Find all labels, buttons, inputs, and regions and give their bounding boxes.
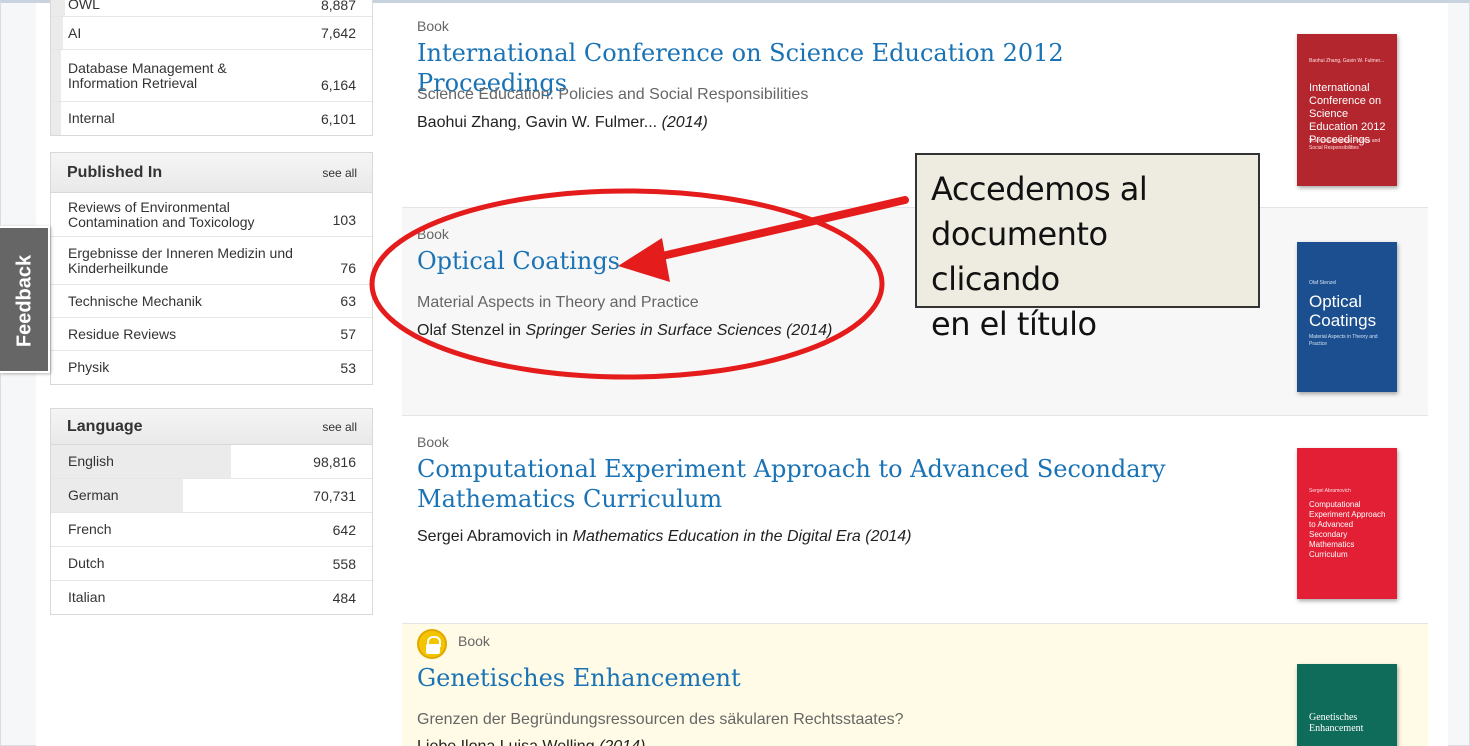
facet-row[interactable]: Database Management & Information Retrie… <box>51 50 372 102</box>
facet-label: Internal <box>68 110 115 126</box>
result-authors: Sergei Abramovich in Mathematics Educati… <box>417 528 912 546</box>
annotation-callout: Accedemos al documento clicando en el tí… <box>915 153 1260 343</box>
facet-count: 642 <box>332 521 356 538</box>
language-facet: Language see all English 98,816 German 7… <box>50 408 373 615</box>
facet-count: 53 <box>340 359 356 376</box>
cover-author: Olaf Stenzel <box>1309 280 1337 286</box>
facet-label: Database Management & Information Retrie… <box>68 59 227 91</box>
facet-count: 70,731 <box>313 487 356 504</box>
book-cover[interactable]: Genetisches Enhancement <box>1297 664 1397 746</box>
author-names: Baohui Zhang, Gavin W. Fulmer... <box>417 114 658 131</box>
content-type: Book <box>417 434 449 450</box>
facet-header: Published In see all <box>51 153 372 193</box>
facet-count: 63 <box>340 293 356 309</box>
result-authors: Liebe Ilona Luisa Welling (2014) <box>417 738 645 746</box>
publication-year: (2014) <box>599 738 645 746</box>
facet-count: 558 <box>332 555 356 572</box>
facet-header: Language see all <box>51 409 372 445</box>
facet-bar <box>51 50 61 101</box>
annotation-line: Accedemos al <box>931 170 1148 208</box>
facet-row[interactable]: Reviews of Environmental Contamination a… <box>51 193 372 237</box>
annotation-line: en el título <box>931 305 1097 343</box>
facet-bar <box>51 102 61 135</box>
cover-title: Computational Experiment Approach to Adv… <box>1309 500 1386 559</box>
publication-year: (2014) <box>661 114 708 131</box>
facet-count: 6,101 <box>320 110 356 127</box>
facet-row-language[interactable]: German 70,731 <box>51 479 372 513</box>
facet-label: Italian <box>68 589 106 605</box>
published-in-facet: Published In see all Reviews of Environm… <box>50 152 373 385</box>
facet-label: English <box>68 453 114 469</box>
cover-title: Genetisches Enhancement <box>1309 712 1364 734</box>
result-subtitle: Grenzen der Begründungsressourcen des sä… <box>417 711 904 728</box>
facet-row-language[interactable]: Dutch 558 <box>51 547 372 581</box>
cover-subtitle: Science Education: Policies and Social R… <box>1309 138 1381 151</box>
content-type: Book <box>417 18 449 34</box>
author-names: Sergei Abramovich <box>417 528 552 545</box>
facet-row[interactable]: Internal 6,101 <box>51 102 372 135</box>
author-names: Olaf Stenzel <box>417 322 505 339</box>
cover-author: Sergei Abramovich <box>1309 488 1351 494</box>
result-title-link[interactable]: Genetisches Enhancement <box>417 663 1217 693</box>
facet-count: 57 <box>340 326 356 342</box>
facet-title: Published In <box>67 163 163 181</box>
facet-label: Dutch <box>68 555 105 571</box>
facet-count: 98,816 <box>313 453 356 470</box>
facet-row[interactable]: Ergebnisse der Inneren Medizin und Kinde… <box>51 237 372 285</box>
facet-label: Reviews of Environmental Contamination a… <box>68 198 255 230</box>
book-cover[interactable]: Olaf Stenzel Optical Coatings Material A… <box>1297 242 1397 392</box>
facet-count: 103 <box>332 212 356 228</box>
facet-count: 484 <box>332 589 356 606</box>
lock-icon <box>417 629 447 659</box>
facet-label: Ergebnisse der Inneren Medizin und Kinde… <box>68 244 293 276</box>
facet-row[interactable]: Technische Mechanik 63 <box>51 285 372 318</box>
facet-label: German <box>68 487 119 503</box>
facet-count: 76 <box>340 260 356 276</box>
content-type: Book <box>417 226 449 242</box>
feedback-tab[interactable]: Feedback <box>0 226 50 373</box>
subject-facet: OWL 8,887 AI 7,642 Database Management &… <box>50 0 373 136</box>
facet-label: Residue Reviews <box>68 325 177 342</box>
search-result: Book Genetisches Enhancement Grenzen der… <box>402 624 1428 746</box>
see-all-link[interactable]: see all <box>322 420 357 434</box>
facet-row-language[interactable]: English 98,816 <box>51 445 372 479</box>
facet-bar <box>51 17 63 49</box>
facet-row[interactable]: OWL 8,887 <box>51 0 372 17</box>
facet-label: Technische Mechanik <box>68 292 202 309</box>
cover-subtitle: Material Aspects in Theory and Practice <box>1309 334 1378 347</box>
in-word: in <box>508 322 522 339</box>
book-cover[interactable]: Baohui Zhang, Gavin W. Fulmer... Interna… <box>1297 34 1397 186</box>
facet-label: OWL <box>68 0 100 12</box>
author-names: Liebe Ilona Luisa Welling <box>417 738 595 746</box>
facet-title: Language <box>67 417 143 435</box>
result-title-link[interactable]: Computational Experiment Approach to Adv… <box>417 454 1217 514</box>
content-type: Book <box>458 633 490 649</box>
facet-bar <box>51 0 65 16</box>
book-cover[interactable]: Sergei Abramovich Computational Experime… <box>1297 448 1397 599</box>
facet-label: Physik <box>68 359 110 375</box>
cover-editors: Baohui Zhang, Gavin W. Fulmer... <box>1309 58 1385 64</box>
see-all-link[interactable]: see all <box>322 166 357 180</box>
result-authors: Baohui Zhang, Gavin W. Fulmer... (2014) <box>417 114 708 132</box>
facet-row-language[interactable]: French 642 <box>51 513 372 547</box>
facet-label: French <box>68 521 112 537</box>
result-subtitle: Science Education: Policies and Social R… <box>417 86 809 103</box>
feedback-label: Feedback <box>13 254 36 348</box>
facet-count: 7,642 <box>320 25 356 41</box>
facet-row[interactable]: Physik 53 <box>51 351 372 384</box>
result-authors: Olaf Stenzel in Springer Series in Surfa… <box>417 322 832 340</box>
in-word: in <box>555 528 569 545</box>
facet-row[interactable]: AI 7,642 <box>51 17 372 50</box>
annotation-line: documento clicando <box>931 215 1108 298</box>
result-subtitle: Material Aspects in Theory and Practice <box>417 294 699 311</box>
facet-row-language[interactable]: Italian 484 <box>51 581 372 614</box>
facet-count: 6,164 <box>320 77 356 93</box>
facet-count: 8,887 <box>320 0 356 13</box>
series-name[interactable]: Springer Series in Surface Sciences (201… <box>526 322 833 339</box>
series-name[interactable]: Mathematics Education in the Digital Era… <box>573 528 912 545</box>
facet-row[interactable]: Residue Reviews 57 <box>51 318 372 351</box>
search-result: Book Computational Experiment Approach t… <box>402 416 1428 624</box>
facet-label: AI <box>68 24 82 41</box>
cover-title: Optical Coatings <box>1309 292 1377 330</box>
